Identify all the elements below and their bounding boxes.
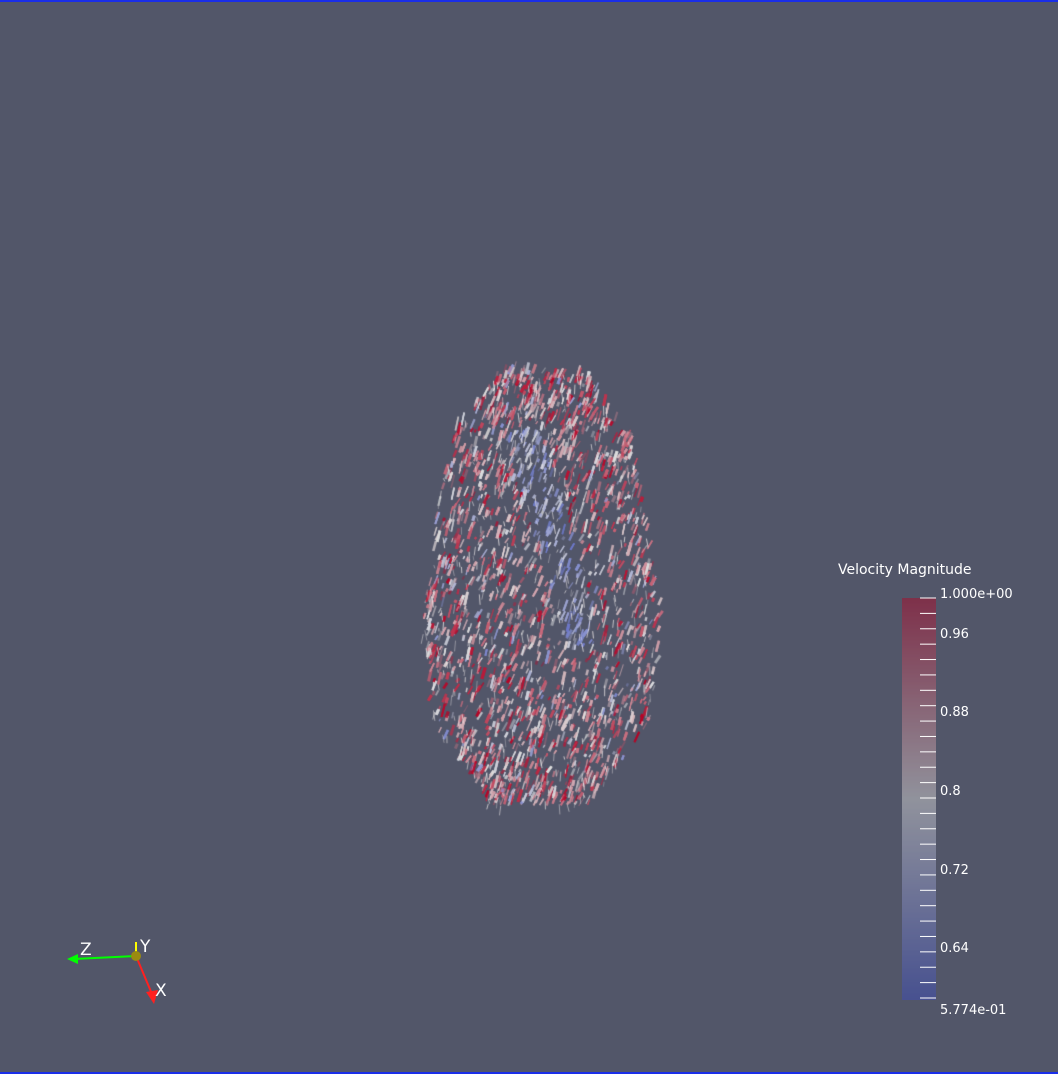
x-axis-label: X — [155, 981, 167, 1001]
z-axis-label: Z — [80, 940, 92, 960]
render-viewport[interactable]: Z Y X Velocity Magnitude 1.000e+00 0.96 … — [0, 0, 1058, 1074]
y-axis-label: Y — [139, 937, 151, 957]
colorbar-ticks — [920, 597, 936, 999]
colorbar-min-label: 5.774e-01 — [940, 1003, 1007, 1018]
x-axis-line — [135, 955, 153, 995]
colorbar-max-label: 1.000e+00 — [940, 587, 1013, 602]
orientation-axes-widget: Z Y X — [67, 937, 167, 1004]
volume-render-plume[interactable] — [0, 2, 1058, 1072]
colorbar-tick-label: 0.8 — [940, 784, 961, 799]
colorbar-title: Velocity Magnitude — [838, 562, 972, 578]
colorbar-tick-label: 0.88 — [940, 705, 969, 720]
z-axis-arrow-icon — [67, 954, 78, 964]
colorbar-tick-label: 0.64 — [940, 941, 969, 956]
colorbar-tick-label: 0.96 — [940, 627, 969, 642]
colorbar-tick-label: 0.72 — [940, 863, 969, 878]
